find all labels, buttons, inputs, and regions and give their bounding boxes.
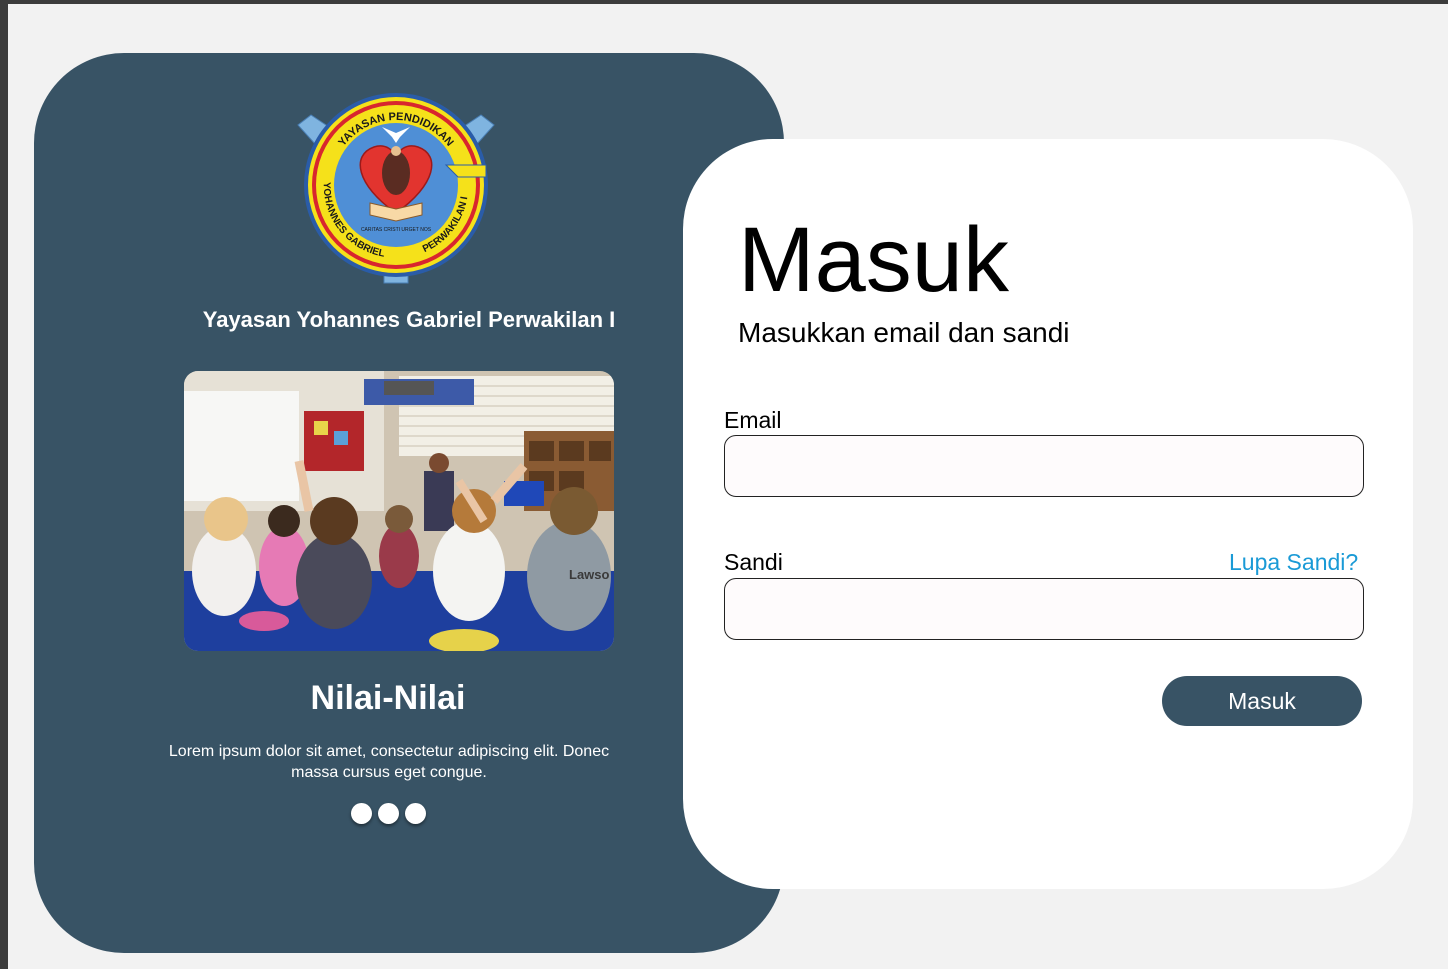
- slide-description: Lorem ipsum dolor sit amet, consectetur …: [168, 743, 610, 781]
- foundation-logo: YAYASAN PENDIDIKAN YOHANNES GABRIEL PERW…: [297, 93, 495, 284]
- slide-title: Nilai-Nilai: [310, 679, 466, 717]
- logo-motto: CARITAS CRISTI URGET NOS: [361, 227, 432, 233]
- email-label: Email: [724, 407, 782, 433]
- shirt-text: Lawso: [569, 567, 610, 582]
- window-top-border: [0, 0, 1448, 4]
- forgot-password-link[interactable]: Lupa Sandi?: [1229, 549, 1358, 576]
- carousel-indicator: [351, 803, 426, 824]
- window-left-border: [0, 0, 8, 969]
- login-subtitle: Masukkan email dan sandi: [738, 317, 1070, 348]
- password-field[interactable]: [724, 578, 1364, 640]
- login-button[interactable]: Masuk: [1162, 676, 1362, 726]
- classroom-photo: Lawso: [184, 371, 614, 651]
- login-panel: Masuk Masukkan email dan sandi Email San…: [683, 139, 1413, 889]
- carousel-dot-1[interactable]: [351, 803, 372, 824]
- email-field[interactable]: [724, 435, 1364, 497]
- info-panel: YAYASAN PENDIDIKAN YOHANNES GABRIEL PERW…: [34, 53, 784, 953]
- password-label: Sandi: [724, 549, 783, 575]
- carousel-dot-3[interactable]: [405, 803, 426, 824]
- login-title: Masuk: [738, 209, 1009, 311]
- carousel-dot-2[interactable]: [378, 803, 399, 824]
- organization-name: Yayasan Yohannes Gabriel Perwakilan I: [202, 307, 616, 332]
